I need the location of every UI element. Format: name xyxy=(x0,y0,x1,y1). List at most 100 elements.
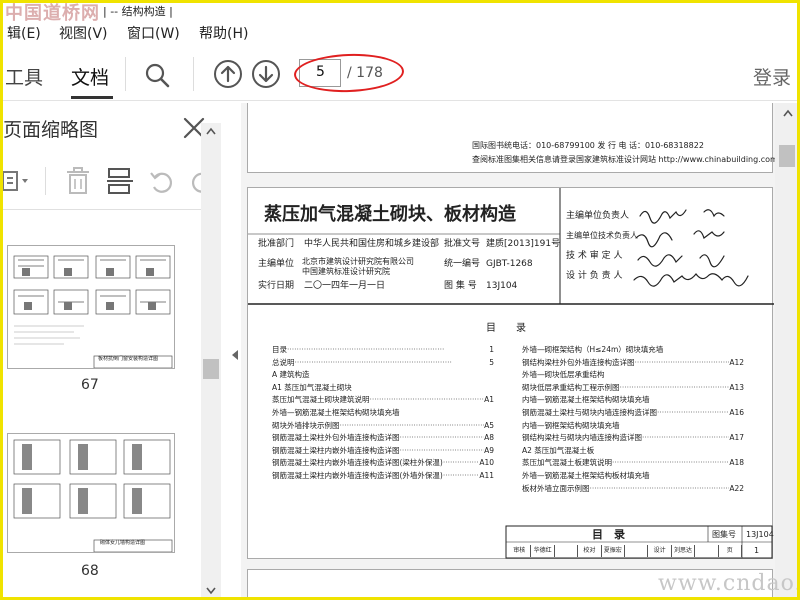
document-view: 国际图书统电话：010-68799100 发 行 电 话：010-6831882… xyxy=(241,103,783,597)
signature-cell xyxy=(695,545,719,557)
toc-entry[interactable]: 钢结构梁柱与砌块内墙连接构造详图 ························… xyxy=(522,432,744,443)
menu-bar: 辑(E) 视图(V) 窗口(W) 帮助(H) xyxy=(3,21,797,45)
unified-label: 统一编号 xyxy=(444,259,481,269)
toc-entry-page: 5 xyxy=(489,357,494,367)
toc-entry[interactable]: 蒸压加气混凝土板建筑说明 ····························… xyxy=(522,457,744,468)
toc-entry[interactable]: 板材外墙立面示例图 ·······························… xyxy=(522,483,744,494)
thumbnail-caption: 砌体女儿墙构造详图 xyxy=(100,540,146,546)
toc-leader-dots xyxy=(650,470,745,481)
search-icon[interactable] xyxy=(143,61,171,89)
thumbnail-panel: 页面缩略图 板材抗倒门窗安装构造详图 67 砌体女儿墙构造详图 68 xyxy=(3,103,225,597)
atlas-label: 图 集 号 xyxy=(444,281,477,291)
toc-entry[interactable]: A 建筑构造 xyxy=(272,369,494,380)
login-button[interactable]: 登录 xyxy=(753,63,791,90)
thumbnail-panel-title: 页面缩略图 xyxy=(3,119,99,141)
editor-label: 主编单位 xyxy=(258,259,295,269)
toc-entry[interactable]: 内墙—钢筋混凝土框架结构砌块填充墙 xyxy=(522,394,744,405)
thumbnail-scrollbar[interactable] xyxy=(201,123,221,597)
toc-entry-title: 外墙—砌框架结构（H≤24m）砌块填充墙 xyxy=(522,345,664,354)
rotate-left-icon[interactable] xyxy=(149,169,175,195)
toc-entry[interactable]: 外墙—砌框架结构（H≤24m）砌块填充墙 xyxy=(522,344,744,355)
delete-icon[interactable] xyxy=(65,167,91,195)
footer-atlas-label: 图集号 xyxy=(712,530,736,539)
toc-leader-dots xyxy=(620,420,745,431)
toc-entry[interactable]: 砌块低层承重结构工程示例图 ···························… xyxy=(522,382,744,393)
toc-leader-dots: ········································… xyxy=(634,357,730,367)
menu-edit[interactable]: 辑(E) xyxy=(7,23,41,43)
collapse-panel-icon[interactable] xyxy=(231,349,239,361)
tab-document[interactable]: 文档 xyxy=(71,63,109,90)
toc-entry-page: A17 xyxy=(729,433,744,443)
toc-entry-page: A9 xyxy=(484,445,494,455)
scrollbar-thumb[interactable] xyxy=(203,359,219,379)
scroll-down-icon[interactable] xyxy=(206,587,216,595)
toc-entry-title: 钢筋混凝土梁柱内嵌外墙连接构造详图(梁柱外保温) xyxy=(272,458,443,468)
thumbnail-toolbar xyxy=(3,163,225,199)
toc-entry-page: A1 xyxy=(484,395,494,405)
toc-leader-dots: ········································… xyxy=(399,445,485,455)
previous-page-icon[interactable] xyxy=(213,59,243,89)
page-options-icon[interactable] xyxy=(3,169,33,193)
editor-2: 中国建筑标准设计研究院 xyxy=(302,267,390,276)
toc-entry-page: A22 xyxy=(729,483,744,493)
scrollbar-thumb[interactable] xyxy=(779,145,795,167)
menu-view[interactable]: 视图(V) xyxy=(59,23,108,43)
role-label: 设 计 负 责 人 xyxy=(566,271,623,281)
thumbnail-caption: 板材抗倒门窗安装构造详图 xyxy=(98,356,159,362)
toc-entry[interactable]: 外墙—砌块低层承重结构 xyxy=(522,369,744,380)
next-page-icon[interactable] xyxy=(251,59,281,89)
toc-entry[interactable]: 钢筋混凝土梁柱内嵌外墙连接构造详图(外墙外保温) ················… xyxy=(272,470,494,481)
toc-entry[interactable]: 内墙—钢框架结构砌块填充墙 xyxy=(522,420,744,431)
toc-entry-page: A12 xyxy=(729,357,744,367)
unified-number: GJBT-1268 xyxy=(486,259,533,269)
role-label: 技 术 审 定 人 xyxy=(566,251,623,261)
toc-entry[interactable]: 钢筋混凝土梁柱内嵌外墙连接构造详图 ·······················… xyxy=(272,445,494,456)
toc-leader-dots xyxy=(352,382,494,393)
toc-leader-dots: ········································… xyxy=(642,433,730,443)
toc-entry-page: A8 xyxy=(484,433,494,443)
toc-entry-title: 钢筋混凝土梁柱与砌块内墙连接构造详图 xyxy=(522,408,657,417)
toc-entry[interactable]: 总说明 ·····································… xyxy=(272,357,494,368)
toc-leader-dots xyxy=(310,369,494,380)
toc-entry[interactable]: A2 蒸压加气混凝土板 xyxy=(522,445,744,456)
page-thumbnail-67[interactable]: 板材抗倒门窗安装构造详图 xyxy=(7,245,175,369)
scroll-up-icon[interactable] xyxy=(783,109,793,117)
thumbnail-page-number: 68 xyxy=(81,563,99,579)
toc-entry-title: 内墙—钢筋混凝土框架结构砌块填充墙 xyxy=(522,395,650,405)
tab-tools[interactable]: 工具 xyxy=(5,63,43,90)
toc-leader-dots: ········································… xyxy=(619,382,730,392)
toc-entry[interactable]: 蒸压加气混凝土砌块建筑说明 ···························… xyxy=(272,394,494,405)
toc-entry[interactable]: 砌块外墙排块示例图 ·······························… xyxy=(272,420,494,431)
signature-cell: 校对 xyxy=(578,545,602,557)
toc-entry[interactable]: 钢筋混凝土梁柱外包外墙连接构造详图 ·······················… xyxy=(272,432,494,443)
footer-title: 目 录 xyxy=(592,528,625,541)
toc-leader-dots: ········································… xyxy=(442,471,480,480)
extract-page-icon[interactable] xyxy=(107,167,133,195)
signature-cell: 页 xyxy=(719,545,742,557)
toc-entry-page: 1 xyxy=(489,345,494,354)
toc-leader-dots xyxy=(650,394,745,405)
toc-entry[interactable]: 钢筋混凝土梁柱与砌块内墙连接构造详图 ······················… xyxy=(522,407,744,418)
thumbnail-drawing xyxy=(13,255,173,368)
toc-entry[interactable]: 外墙—钢筋混凝土框架结构砌块填充墙 xyxy=(272,407,494,418)
document-scrollbar[interactable] xyxy=(775,103,797,597)
thumbnail-drawing xyxy=(13,439,173,552)
menu-help[interactable]: 帮助(H) xyxy=(199,23,248,43)
toc-heading: 目 录 xyxy=(486,323,526,334)
toc-entry[interactable]: A1 蒸压加气混凝土砌块 xyxy=(272,382,494,393)
toc-entry-title: 砌块外墙排块示例图 xyxy=(272,420,340,430)
toc-entry-title: 钢筋混凝土梁柱内嵌外墙连接构造详图 xyxy=(272,445,400,455)
publisher-phone: 国际图书统电话：010-68799100 发 行 电 话：010-6831882… xyxy=(472,141,704,150)
editor-1: 北京市建筑设计研究院有限公司 xyxy=(302,257,414,266)
toc-entry[interactable]: 目录 ······································… xyxy=(272,344,494,355)
toc-leader-dots: ········································… xyxy=(369,395,485,405)
divider xyxy=(3,209,213,210)
toc-entry[interactable]: 钢筋混凝土梁柱内嵌外墙连接构造详图(梁柱外保温) ················… xyxy=(272,457,494,468)
page-thumbnail-68[interactable]: 砌体女儿墙构造详图 xyxy=(7,433,175,553)
toc-entry[interactable]: 外墙—钢筋混凝土框架结构板材填充墙 xyxy=(522,470,744,481)
role-label: 主编单位技术负责人 xyxy=(566,231,638,240)
menu-window[interactable]: 窗口(W) xyxy=(127,23,180,43)
scroll-up-icon[interactable] xyxy=(206,127,216,135)
app-window: 中国道桥网 | -- 结构构造 | 辑(E) 视图(V) 窗口(W) 帮助(H)… xyxy=(0,0,800,600)
toc-entry[interactable]: 钢结构梁柱外包外墙连接构造详图 ·························… xyxy=(522,357,744,368)
